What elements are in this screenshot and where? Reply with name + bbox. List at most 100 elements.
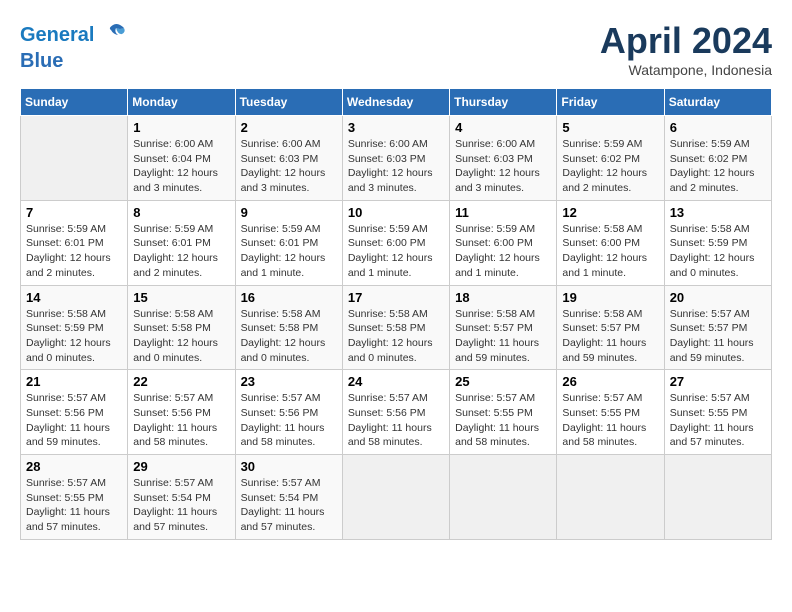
- day-info: Sunrise: 5:57 AMSunset: 5:56 PMDaylight:…: [241, 391, 337, 450]
- day-number: 7: [26, 205, 122, 220]
- day-info: Sunrise: 5:59 AMSunset: 6:01 PMDaylight:…: [133, 222, 229, 281]
- day-info: Sunrise: 5:58 AMSunset: 5:57 PMDaylight:…: [455, 307, 551, 366]
- day-info: Sunrise: 5:57 AMSunset: 5:57 PMDaylight:…: [670, 307, 766, 366]
- day-number: 24: [348, 374, 444, 389]
- calendar-cell: 14 Sunrise: 5:58 AMSunset: 5:59 PMDayligh…: [21, 285, 128, 370]
- calendar-subtitle: Watampone, Indonesia: [600, 62, 772, 78]
- calendar-cell: 2 Sunrise: 6:00 AMSunset: 6:03 PMDaylight…: [235, 116, 342, 201]
- header-cell-wednesday: Wednesday: [342, 89, 449, 116]
- day-number: 10: [348, 205, 444, 220]
- day-info: Sunrise: 5:59 AMSunset: 6:01 PMDaylight:…: [26, 222, 122, 281]
- calendar-cell: 29 Sunrise: 5:57 AMSunset: 5:54 PMDayligh…: [128, 455, 235, 540]
- calendar-cell: 30Sunrise: 5:57 AMSunset: 5:54 PMDayligh…: [235, 455, 342, 540]
- header-cell-tuesday: Tuesday: [235, 89, 342, 116]
- title-section: April 2024 Watampone, Indonesia: [600, 20, 772, 78]
- calendar-cell: 20 Sunrise: 5:57 AMSunset: 5:57 PMDayligh…: [664, 285, 771, 370]
- calendar-cell: 19 Sunrise: 5:58 AMSunset: 5:57 PMDayligh…: [557, 285, 664, 370]
- day-info: Sunrise: 6:00 AMSunset: 6:03 PMDaylight:…: [455, 137, 551, 196]
- logo-blue: Blue: [20, 50, 128, 72]
- header-row: SundayMondayTuesdayWednesdayThursdayFrid…: [21, 89, 772, 116]
- calendar-cell: 12Sunrise: 5:58 AMSunset: 6:00 PMDayligh…: [557, 200, 664, 285]
- calendar-cell: 11 Sunrise: 5:59 AMSunset: 6:00 PMDayligh…: [450, 200, 557, 285]
- day-info: Sunrise: 5:59 AMSunset: 6:00 PMDaylight:…: [455, 222, 551, 281]
- calendar-cell: 13Sunrise: 5:58 AMSunset: 5:59 PMDayligh…: [664, 200, 771, 285]
- calendar-cell: 22 Sunrise: 5:57 AMSunset: 5:56 PMDayligh…: [128, 370, 235, 455]
- day-info: Sunrise: 5:57 AMSunset: 5:55 PMDaylight:…: [455, 391, 551, 450]
- calendar-cell: 5 Sunrise: 5:59 AMSunset: 6:02 PMDaylight…: [557, 116, 664, 201]
- calendar-cell: 7 Sunrise: 5:59 AMSunset: 6:01 PMDaylight…: [21, 200, 128, 285]
- day-info: Sunrise: 5:58 AMSunset: 5:57 PMDaylight:…: [562, 307, 658, 366]
- calendar-cell: 24Sunrise: 5:57 AMSunset: 5:56 PMDayligh…: [342, 370, 449, 455]
- day-info: Sunrise: 5:57 AMSunset: 5:54 PMDaylight:…: [133, 476, 229, 535]
- day-info: Sunrise: 5:59 AMSunset: 6:00 PMDaylight:…: [348, 222, 444, 281]
- header-cell-sunday: Sunday: [21, 89, 128, 116]
- day-number: 27: [670, 374, 766, 389]
- week-row: 21 Sunrise: 5:57 AMSunset: 5:56 PMDayligh…: [21, 370, 772, 455]
- week-row: 28Sunrise: 5:57 AMSunset: 5:55 PMDayligh…: [21, 455, 772, 540]
- calendar-table: SundayMondayTuesdayWednesdayThursdayFrid…: [20, 88, 772, 540]
- day-number: 1: [133, 120, 229, 135]
- day-number: 20: [670, 290, 766, 305]
- day-number: 13: [670, 205, 766, 220]
- calendar-cell: 17 Sunrise: 5:58 AMSunset: 5:58 PMDayligh…: [342, 285, 449, 370]
- day-number: 3: [348, 120, 444, 135]
- calendar-cell: 26Sunrise: 5:57 AMSunset: 5:55 PMDayligh…: [557, 370, 664, 455]
- day-number: 22: [133, 374, 229, 389]
- day-info: Sunrise: 5:58 AMSunset: 5:58 PMDaylight:…: [241, 307, 337, 366]
- day-number: 5: [562, 120, 658, 135]
- calendar-cell: 16 Sunrise: 5:58 AMSunset: 5:58 PMDayligh…: [235, 285, 342, 370]
- day-info: Sunrise: 6:00 AMSunset: 6:04 PMDaylight:…: [133, 137, 229, 196]
- header-cell-saturday: Saturday: [664, 89, 771, 116]
- header-cell-monday: Monday: [128, 89, 235, 116]
- day-number: 17: [348, 290, 444, 305]
- day-number: 16: [241, 290, 337, 305]
- calendar-cell: 18 Sunrise: 5:58 AMSunset: 5:57 PMDayligh…: [450, 285, 557, 370]
- day-info: Sunrise: 5:58 AMSunset: 6:00 PMDaylight:…: [562, 222, 658, 281]
- calendar-cell: [450, 455, 557, 540]
- logo-bird-icon: [98, 20, 128, 50]
- calendar-cell: 15Sunrise: 5:58 AMSunset: 5:58 PMDayligh…: [128, 285, 235, 370]
- day-info: Sunrise: 5:59 AMSunset: 6:02 PMDaylight:…: [562, 137, 658, 196]
- day-number: 11: [455, 205, 551, 220]
- day-number: 4: [455, 120, 551, 135]
- logo-general: General: [20, 24, 94, 46]
- day-number: 19: [562, 290, 658, 305]
- day-info: Sunrise: 5:57 AMSunset: 5:55 PMDaylight:…: [26, 476, 122, 535]
- day-number: 18: [455, 290, 551, 305]
- calendar-cell: [21, 116, 128, 201]
- week-row: 7 Sunrise: 5:59 AMSunset: 6:01 PMDaylight…: [21, 200, 772, 285]
- logo-line1: General: [20, 20, 128, 50]
- day-info: Sunrise: 6:00 AMSunset: 6:03 PMDaylight:…: [348, 137, 444, 196]
- calendar-cell: 10 Sunrise: 5:59 AMSunset: 6:00 PMDayligh…: [342, 200, 449, 285]
- day-number: 9: [241, 205, 337, 220]
- calendar-header: SundayMondayTuesdayWednesdayThursdayFrid…: [21, 89, 772, 116]
- header-cell-friday: Friday: [557, 89, 664, 116]
- day-number: 2: [241, 120, 337, 135]
- day-info: Sunrise: 6:00 AMSunset: 6:03 PMDaylight:…: [241, 137, 337, 196]
- day-info: Sunrise: 5:58 AMSunset: 5:58 PMDaylight:…: [348, 307, 444, 366]
- calendar-cell: 25 Sunrise: 5:57 AMSunset: 5:55 PMDayligh…: [450, 370, 557, 455]
- day-number: 21: [26, 374, 122, 389]
- day-number: 23: [241, 374, 337, 389]
- calendar-cell: [557, 455, 664, 540]
- logo: General Blue: [20, 20, 128, 72]
- day-info: Sunrise: 5:57 AMSunset: 5:56 PMDaylight:…: [133, 391, 229, 450]
- calendar-cell: 8 Sunrise: 5:59 AMSunset: 6:01 PMDaylight…: [128, 200, 235, 285]
- day-number: 25: [455, 374, 551, 389]
- day-number: 26: [562, 374, 658, 389]
- calendar-cell: [664, 455, 771, 540]
- calendar-cell: [342, 455, 449, 540]
- day-number: 29: [133, 459, 229, 474]
- calendar-cell: 9Sunrise: 5:59 AMSunset: 6:01 PMDaylight…: [235, 200, 342, 285]
- day-number: 14: [26, 290, 122, 305]
- day-info: Sunrise: 5:58 AMSunset: 5:59 PMDaylight:…: [26, 307, 122, 366]
- day-number: 8: [133, 205, 229, 220]
- day-info: Sunrise: 5:57 AMSunset: 5:54 PMDaylight:…: [241, 476, 337, 535]
- calendar-cell: 27Sunrise: 5:57 AMSunset: 5:55 PMDayligh…: [664, 370, 771, 455]
- page-header: General Blue April 2024 Watampone, Indon…: [20, 20, 772, 78]
- day-number: 6: [670, 120, 766, 135]
- calendar-cell: 28Sunrise: 5:57 AMSunset: 5:55 PMDayligh…: [21, 455, 128, 540]
- calendar-cell: 4 Sunrise: 6:00 AMSunset: 6:03 PMDaylight…: [450, 116, 557, 201]
- day-info: Sunrise: 5:58 AMSunset: 5:58 PMDaylight:…: [133, 307, 229, 366]
- calendar-cell: 1 Sunrise: 6:00 AMSunset: 6:04 PMDaylight…: [128, 116, 235, 201]
